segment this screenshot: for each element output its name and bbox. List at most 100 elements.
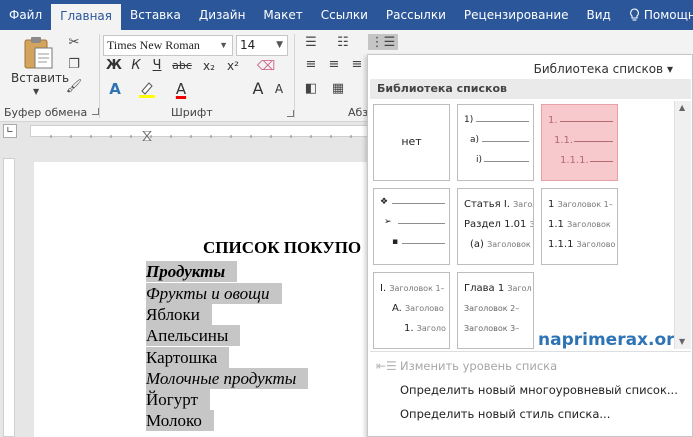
list-level-3-label: 1. Заголо [404, 323, 446, 334]
list-level-3-label: (a) Заголовок [470, 239, 531, 250]
align-right-icon[interactable]: ≡ [349, 56, 365, 72]
font-color-button[interactable]: A [170, 79, 192, 99]
align-left-icon[interactable]: ≡ [303, 56, 319, 72]
document-line: Йогурт [146, 389, 210, 410]
tab-view[interactable]: Вид [578, 0, 620, 30]
numbering-icon[interactable]: ☷ [335, 34, 351, 50]
font-size-value: 14 [240, 38, 256, 52]
italic-button[interactable]: К [127, 57, 145, 75]
list-style-article-section[interactable]: Статья I. Загол Раздел 1.01 З (a) Заголо… [457, 188, 534, 265]
font-group-label: Шрифт [171, 106, 213, 119]
gallery-scrollbar[interactable]: ▲ ▼ [674, 101, 691, 349]
underline-button[interactable]: Ч [148, 57, 166, 75]
list-level-2-label: Заголовок 2– [464, 304, 520, 313]
font-size-combobox[interactable]: 14 ▼ [236, 35, 288, 56]
font-launcher-icon[interactable] [287, 110, 294, 117]
tab-references[interactable]: Ссылки [312, 0, 377, 30]
group-separator [99, 34, 100, 118]
horizontal-ruler[interactable] [30, 125, 370, 142]
scroll-down-icon[interactable]: ▼ [679, 337, 685, 346]
list-style-heading-decimal[interactable]: 1 Заголовок 1– 1.1 Заголовок 1.1.1 Загол… [541, 188, 618, 265]
document-line: Фрукты и овощи [146, 283, 282, 304]
list-level-2-label: Раздел 1.01 З [464, 219, 533, 230]
vertical-ruler[interactable] [3, 158, 15, 437]
tab-design[interactable]: Дизайн [190, 0, 255, 30]
tab-home[interactable]: Главная [51, 4, 121, 30]
shading-icon[interactable]: ◧ [303, 80, 319, 96]
list-line [574, 141, 613, 142]
list-style-heading-roman[interactable]: I. Заголовок 1– A. Заголово 1. Заголо [373, 272, 450, 349]
subscript-button[interactable]: x₂ [200, 57, 218, 75]
list-line [402, 243, 445, 244]
superscript-button[interactable]: x² [224, 57, 242, 75]
clipboard-group-label: Буфер обмена [4, 106, 100, 119]
list-level-3-label: Заголовок 3– [464, 324, 520, 333]
define-list-style-item[interactable]: Определить новый стиль списка... [400, 407, 610, 421]
font-name-combobox[interactable]: Times New Roman ▼ [103, 35, 233, 56]
tab-insert[interactable]: Вставка [121, 0, 190, 30]
ruler-ticks [50, 130, 352, 142]
list-level-1-label: Статья I. Загол [464, 199, 533, 210]
tab-selector-icon[interactable]: ∟ [3, 124, 17, 138]
gallery-filter-dropdown[interactable]: Библиотека списков ▾ [534, 62, 673, 76]
shrink-font-button[interactable]: A [268, 79, 290, 99]
document-line: Апельсины [146, 325, 241, 346]
define-multilevel-list-item[interactable]: Определить новый многоуровневый список..… [400, 383, 678, 397]
cut-icon[interactable]: ✂ [66, 34, 82, 50]
menu-divider [370, 351, 691, 352]
list-style-none-label: нет [401, 135, 422, 148]
list-style-none[interactable]: нет [373, 104, 450, 181]
list-style-decimal-nested[interactable]: 1. 1.1. 1.1.1. [541, 104, 618, 181]
tab-layout[interactable]: Макет [254, 0, 311, 30]
grow-font-button[interactable]: A [247, 79, 269, 99]
multilevel-list-button[interactable]: ⋮☰ [368, 34, 398, 50]
clear-formatting-icon[interactable]: ⌫ [257, 58, 275, 74]
list-level-1-label: 1 Заголовок 1– [548, 199, 613, 210]
document-line: Продукты [146, 261, 238, 282]
document-line: Молочные продукты [146, 368, 309, 389]
list-style-numbered-paren[interactable]: 1) a) i) [457, 104, 534, 181]
lightbulb-icon [629, 8, 639, 21]
tab-help[interactable]: Помощн [620, 0, 693, 30]
chevron-down-icon[interactable]: ▼ [276, 36, 283, 55]
text-effects-button[interactable]: A [104, 79, 126, 99]
scroll-up-icon[interactable]: ▲ [679, 103, 685, 112]
list-level-3-number: 1.1.1. [560, 155, 589, 166]
align-center-icon[interactable]: ≡ [326, 56, 342, 72]
tab-mailings[interactable]: Рассылки [377, 0, 455, 30]
list-line [484, 161, 529, 162]
list-style-chapter[interactable]: Глава 1 Загол Заголовок 2– Заголовок 3– [457, 272, 534, 349]
ribbon-tab-bar: Файл Главная Вставка Дизайн Макет Ссылки… [0, 0, 693, 30]
paragraph-group-label: Абз [348, 106, 369, 119]
list-line [392, 203, 445, 204]
word-window: Файл Главная Вставка Дизайн Макет Ссылки… [0, 0, 693, 437]
chevron-down-icon: ▾ [666, 62, 673, 76]
borders-icon[interactable]: ▦ [330, 80, 346, 96]
multilevel-list-gallery: Библиотека списков ▾ Библиотека списков … [367, 54, 693, 437]
list-line [482, 141, 529, 142]
paste-icon[interactable] [22, 36, 54, 70]
document-line: Молоко [146, 410, 214, 431]
list-line [398, 223, 445, 224]
list-line [560, 121, 613, 122]
tab-review[interactable]: Рецензирование [455, 0, 578, 30]
list-style-bullets[interactable]: ❖ ➢ ▪ [373, 188, 450, 265]
list-level-1-label: I. Заголовок 1– [380, 283, 445, 294]
group-separator [294, 34, 295, 118]
chevron-down-icon[interactable]: ▼ [219, 36, 228, 55]
font-name-value: Times New Roman [107, 38, 200, 52]
paste-button[interactable]: Вставить [11, 71, 69, 85]
tab-file[interactable]: Файл [0, 0, 51, 30]
document-line: Картошка [146, 347, 230, 368]
watermark-text: naprimerax.org [538, 330, 687, 350]
list-level-1-number: 1) [464, 115, 474, 125]
bullets-icon[interactable]: ☰ [303, 34, 319, 50]
list-level-3-number: i) [476, 155, 483, 165]
highlight-color-button[interactable] [136, 79, 158, 99]
paste-dropdown-icon[interactable]: ▼ [33, 87, 39, 96]
strikethrough-button[interactable]: abc [170, 57, 194, 75]
bold-button[interactable]: Ж [105, 57, 123, 75]
format-painter-icon[interactable]: 🖌 [66, 78, 83, 94]
copy-icon[interactable]: ❐ [66, 56, 82, 72]
change-list-level-item[interactable]: Изменить уровень списка [400, 359, 557, 373]
